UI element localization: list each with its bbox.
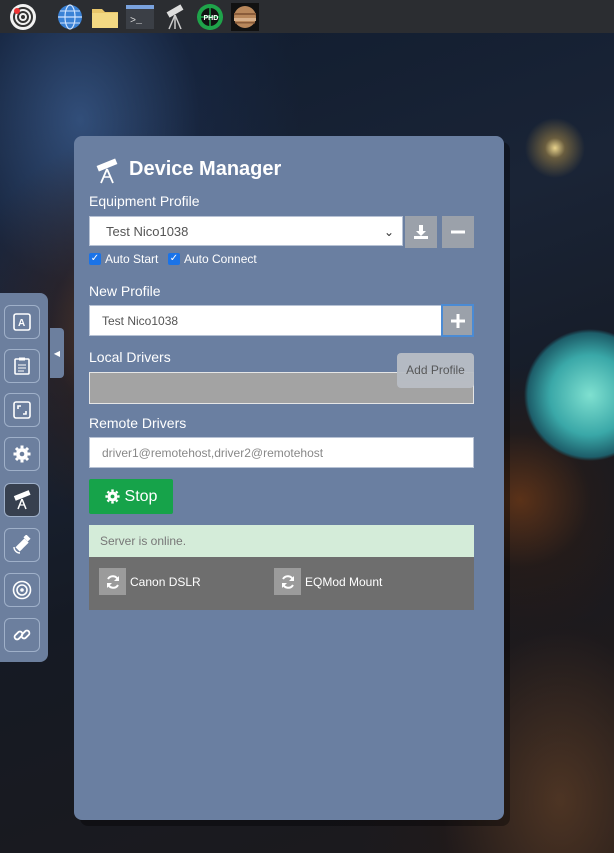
checkmark-icon: ✓: [168, 253, 180, 265]
taskbar: >_ PHD: [0, 0, 614, 33]
restart-driver-button[interactable]: [99, 568, 126, 595]
driver-item: EQMod Mount: [274, 568, 382, 595]
clipboard-icon[interactable]: [4, 349, 40, 383]
save-profile-button[interactable]: [405, 216, 437, 248]
device-manager-panel: Device Manager Equipment Profile Test Ni…: [74, 136, 504, 820]
satellite-icon[interactable]: [4, 528, 40, 562]
radar-icon[interactable]: [4, 573, 40, 607]
chevron-down-icon: ⌄: [383, 225, 394, 239]
auto-connect-checkbox[interactable]: ✓ Auto Connect: [168, 252, 257, 266]
fullscreen-icon[interactable]: [4, 393, 40, 427]
svg-text:A: A: [18, 318, 25, 329]
equipment-profile-value: Test Nico1038: [106, 224, 189, 239]
refresh-icon: [281, 574, 294, 589]
equipment-profile-label: Equipment Profile: [89, 193, 200, 209]
checkmark-icon: ✓: [89, 253, 101, 265]
planet-icon[interactable]: [231, 3, 259, 31]
phd-icon-text: PHD: [204, 15, 219, 22]
add-profile-tooltip: Add Profile: [397, 353, 474, 388]
settings-icon[interactable]: [4, 437, 40, 471]
new-profile-label: New Profile: [89, 283, 161, 299]
align-icon[interactable]: A: [4, 305, 40, 339]
add-profile-button[interactable]: [441, 304, 474, 337]
stop-label: Stop: [124, 487, 158, 505]
server-status: Server is online.: [89, 525, 474, 557]
auto-start-checkbox[interactable]: ✓ Auto Start: [89, 252, 158, 266]
local-drivers-label: Local Drivers: [89, 349, 171, 365]
panel-title: Device Manager: [129, 158, 282, 180]
terminal-icon[interactable]: >_: [126, 3, 154, 31]
globe-icon[interactable]: [56, 3, 84, 31]
chevron-left-icon: ◀: [53, 348, 61, 358]
auto-connect-label: Auto Connect: [184, 252, 257, 266]
sidebar-collapse-handle[interactable]: ◀: [50, 328, 64, 378]
svg-text:>_: >_: [130, 16, 143, 27]
telescope-icon: [93, 158, 121, 184]
driver-item: Canon DSLR: [99, 568, 201, 595]
new-profile-input[interactable]: Test Nico1038: [89, 305, 443, 336]
auto-start-label: Auto Start: [105, 252, 159, 266]
drivers-list: Canon DSLR EQMod Mount: [89, 557, 474, 610]
download-icon: [414, 225, 428, 239]
folder-icon[interactable]: [91, 3, 119, 31]
plus-icon: [450, 313, 465, 328]
phd-icon[interactable]: PHD: [196, 3, 224, 31]
gear-icon: [104, 489, 120, 504]
driver-name: Canon DSLR: [130, 574, 201, 589]
refresh-icon: [106, 574, 119, 589]
telescope-icon[interactable]: [4, 483, 40, 517]
restart-driver-button[interactable]: [274, 568, 301, 595]
telescope-icon[interactable]: [161, 3, 189, 31]
stop-button[interactable]: Stop: [89, 479, 173, 514]
side-toolbar: A: [0, 293, 48, 662]
delete-profile-button[interactable]: [442, 216, 474, 248]
remote-drivers-label: Remote Drivers: [89, 415, 187, 431]
equipment-profile-select[interactable]: Test Nico1038 ⌄: [89, 216, 403, 246]
remote-drivers-input[interactable]: driver1@remotehost,driver2@remotehost: [89, 437, 474, 468]
driver-name: EQMod Mount: [305, 574, 383, 589]
link-icon[interactable]: [4, 618, 40, 652]
radar-icon[interactable]: [9, 3, 37, 31]
minus-icon: [451, 230, 465, 234]
